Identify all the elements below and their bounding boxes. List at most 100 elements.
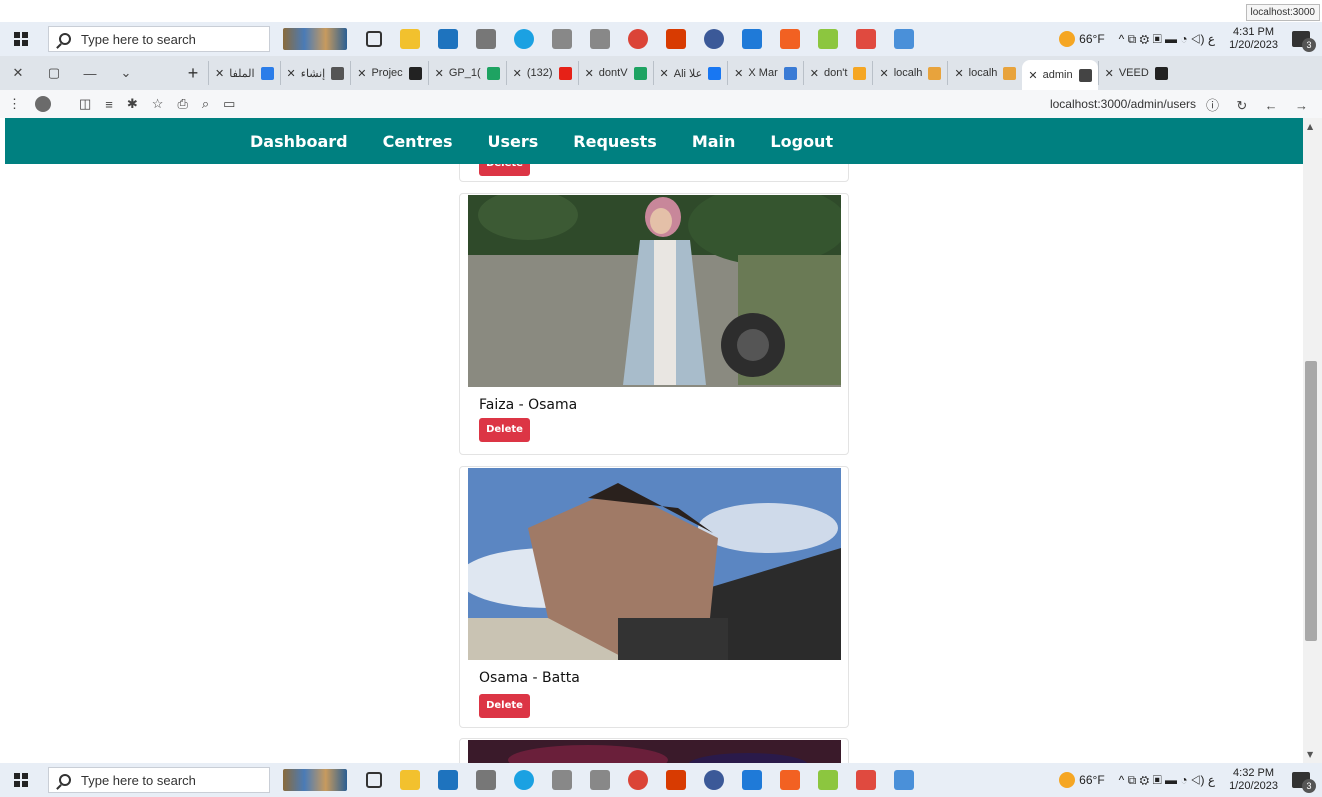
profile-avatar[interactable]	[35, 96, 51, 112]
browser-tab[interactable]: ✕ X Mar	[727, 61, 803, 85]
bookmark-star-icon[interactable]: ☆	[152, 96, 164, 112]
nav-centres[interactable]: Centres	[383, 132, 453, 151]
office-icon[interactable]	[666, 29, 686, 49]
page-scrollbar[interactable]: ▲ ▼	[1303, 118, 1322, 763]
delete-button[interactable]: Delete	[479, 694, 530, 718]
file-explorer-icon[interactable]	[400, 29, 420, 49]
delete-button[interactable]: Delete	[479, 418, 530, 442]
new-tab-button[interactable]: +	[178, 63, 208, 84]
tab-search-chevron-icon[interactable]: ⌄	[108, 65, 144, 81]
tray-icons[interactable]: ^ ⧉ ⚙ ▣ ▬ ◔ ◁) ع	[1119, 32, 1215, 47]
news-widget-icon[interactable]	[283, 28, 347, 50]
scroll-thumb[interactable]	[1305, 361, 1317, 641]
app-f-icon[interactable]	[476, 29, 496, 49]
windows-start-icon[interactable]	[14, 32, 28, 46]
signal-icon[interactable]	[704, 770, 724, 790]
close-tab-icon[interactable]: ✕	[810, 67, 819, 80]
browser-tab[interactable]: ✕ (132)	[505, 61, 578, 85]
taskbar-search-input[interactable]: Type here to search	[48, 26, 270, 52]
forward-arrow-icon[interactable]: →	[1295, 98, 1308, 113]
app-blue-icon[interactable]	[894, 29, 914, 49]
close-tab-icon[interactable]: ✕	[435, 67, 444, 80]
weather-widget[interactable]: 66°F	[1059, 31, 1105, 47]
weather-widget[interactable]: 66°F	[1059, 772, 1105, 788]
scroll-down-icon[interactable]: ▼	[1307, 750, 1313, 759]
paint-icon[interactable]	[818, 770, 838, 790]
zoom-icon[interactable]: ⌕	[202, 96, 209, 112]
restore-window-icon[interactable]: ▢	[36, 65, 72, 81]
vscode-icon[interactable]	[742, 770, 762, 790]
news-widget-icon[interactable]	[283, 769, 347, 791]
xampp-icon[interactable]	[780, 770, 800, 790]
nav-dashboard[interactable]: Dashboard	[250, 132, 348, 151]
office-icon[interactable]	[666, 770, 686, 790]
task-view-icon[interactable]	[366, 31, 382, 47]
browser-tab[interactable]: ✕ admin	[1022, 60, 1098, 90]
tray-icons[interactable]: ^ ⧉ ⚙ ▣ ▬ ◔ ◁) ع	[1119, 773, 1215, 788]
clock[interactable]: 4:31 PM 1/20/2023	[1229, 26, 1278, 52]
nav-requests[interactable]: Requests	[573, 132, 657, 151]
close-tab-icon[interactable]: ✕	[287, 67, 296, 80]
vscode-icon[interactable]	[742, 29, 762, 49]
app-y-icon[interactable]	[590, 29, 610, 49]
close-tab-icon[interactable]: ✕	[215, 67, 224, 80]
app-f-icon[interactable]	[476, 770, 496, 790]
app-m-icon[interactable]	[552, 29, 572, 49]
close-window-icon[interactable]: ✕	[0, 65, 36, 81]
anydesk-icon[interactable]	[856, 29, 876, 49]
xampp-icon[interactable]	[780, 29, 800, 49]
app-m-icon[interactable]	[552, 770, 572, 790]
browser-tab[interactable]: ✕ إنشاء	[279, 61, 351, 85]
back-arrow-icon[interactable]: ←	[1265, 98, 1278, 113]
edge-icon[interactable]	[514, 770, 534, 790]
chrome-icon[interactable]	[628, 770, 648, 790]
close-tab-icon[interactable]: ✕	[585, 67, 594, 80]
anydesk-icon[interactable]	[856, 770, 876, 790]
scroll-up-icon[interactable]: ▲	[1307, 122, 1313, 131]
sidebar-icon[interactable]: ◫	[79, 96, 91, 112]
share-icon[interactable]: ⎙	[177, 96, 187, 112]
close-tab-icon[interactable]: ✕	[879, 67, 888, 80]
menu-dots-icon[interactable]: ⋮	[8, 96, 21, 112]
task-view-icon[interactable]	[366, 772, 382, 788]
mail-icon[interactable]	[438, 29, 458, 49]
signal-icon[interactable]	[704, 29, 724, 49]
cast-icon[interactable]: ▭	[223, 96, 235, 112]
close-tab-icon[interactable]: ✕	[1105, 67, 1114, 80]
address-bar-url[interactable]: localhost:3000/admin/users	[1050, 97, 1196, 111]
browser-tab[interactable]: ✕ Projec	[350, 61, 427, 85]
browser-tab[interactable]: ✕ localh	[947, 61, 1022, 85]
file-explorer-icon[interactable]	[400, 770, 420, 790]
reading-list-icon[interactable]: ≡	[105, 97, 113, 112]
nav-users[interactable]: Users	[487, 132, 538, 151]
nav-logout[interactable]: Logout	[770, 132, 833, 151]
notification-icon[interactable]: 3	[1292, 772, 1316, 793]
close-tab-icon[interactable]: ✕	[660, 67, 669, 80]
close-tab-icon[interactable]: ✕	[954, 67, 963, 80]
windows-start-icon[interactable]	[14, 773, 28, 787]
browser-tab[interactable]: ✕ don't	[802, 61, 873, 85]
site-info-icon[interactable]: ⓘ	[1206, 98, 1219, 113]
app-y-icon[interactable]	[590, 770, 610, 790]
edge-icon[interactable]	[514, 29, 534, 49]
close-tab-icon[interactable]: ✕	[734, 67, 743, 80]
browser-tab[interactable]: ✕ Ali علا	[652, 61, 728, 85]
reload-icon[interactable]: ↻	[1236, 98, 1247, 113]
mail-icon[interactable]	[438, 770, 458, 790]
extensions-icon[interactable]: ✱	[127, 96, 138, 112]
browser-tab[interactable]: ✕ GP_1(	[427, 61, 506, 85]
taskbar-search-input[interactable]: Type here to search	[48, 767, 270, 793]
delete-button[interactable]: Delete	[479, 164, 530, 176]
close-tab-icon[interactable]: ✕	[513, 67, 522, 80]
clock[interactable]: 4:32 PM 1/20/2023	[1229, 767, 1278, 793]
paint-icon[interactable]	[818, 29, 838, 49]
close-tab-icon[interactable]: ✕	[1028, 69, 1037, 82]
browser-tab[interactable]: ✕ localh	[872, 61, 947, 85]
browser-tab[interactable]: ✕ VEED	[1097, 61, 1174, 85]
chrome-icon[interactable]	[628, 29, 648, 49]
notification-icon[interactable]: 3	[1292, 31, 1316, 52]
minimize-window-icon[interactable]: —	[72, 66, 108, 81]
browser-tab[interactable]: ✕ dontV	[577, 61, 653, 85]
close-tab-icon[interactable]: ✕	[357, 67, 366, 80]
app-blue-icon[interactable]	[894, 770, 914, 790]
